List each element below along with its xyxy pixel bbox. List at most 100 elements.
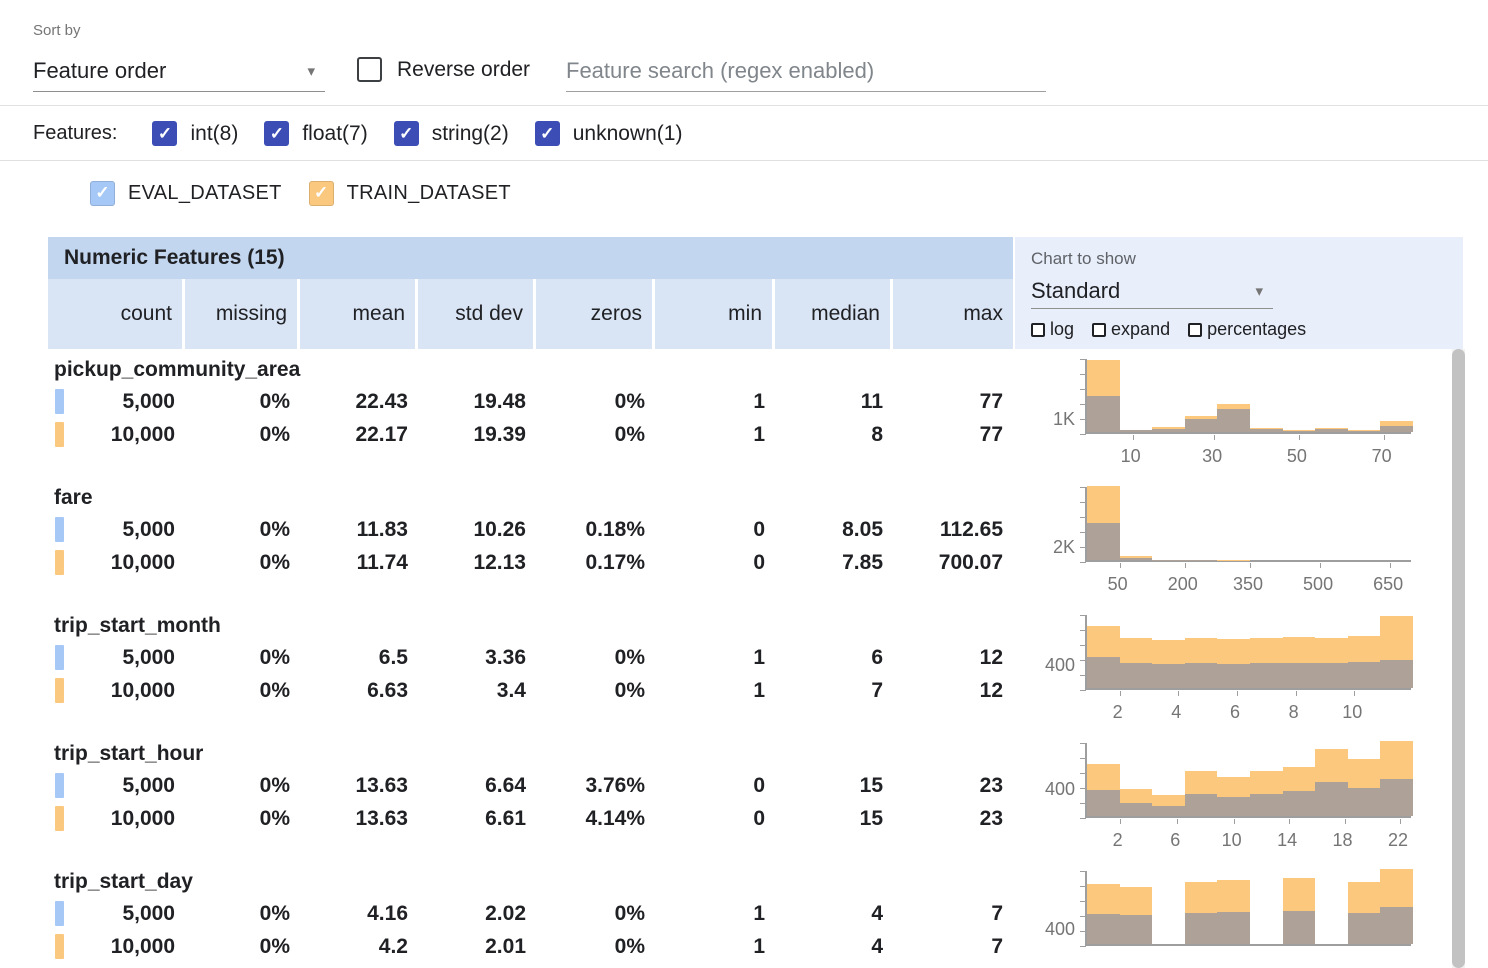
column-header-std-dev: std dev bbox=[418, 279, 536, 349]
stat-min: 1 bbox=[655, 385, 775, 418]
x-axis-tick-label: 6 bbox=[1215, 702, 1255, 723]
histogram-plot bbox=[1085, 743, 1411, 818]
dataset-toggle-eval[interactable]: ✓EVAL_DATASET bbox=[90, 181, 282, 206]
checkbox-unchecked-icon[interactable] bbox=[357, 57, 382, 82]
stat-min: 1 bbox=[655, 641, 775, 674]
stat-missing: 0% bbox=[185, 674, 300, 707]
x-axis-tick-label: 8 bbox=[1274, 702, 1314, 723]
stat-max: 23 bbox=[893, 769, 1013, 802]
feature-type-filter-float[interactable]: ✓ float(7) bbox=[264, 121, 367, 146]
eval-bar bbox=[1380, 907, 1413, 945]
feature-type-label: unknown(1) bbox=[573, 122, 683, 146]
stat-std-dev: 19.39 bbox=[418, 418, 536, 451]
checkbox-checked-icon[interactable]: ✓ bbox=[264, 121, 289, 146]
chart-to-show-caption: Chart to show bbox=[1031, 249, 1463, 269]
stat-max: 7 bbox=[893, 897, 1013, 930]
feature-block-trip_start_day: trip_start_day5,0000%4.162.020%14710,000… bbox=[48, 861, 1013, 968]
feature-type-label: string(2) bbox=[432, 122, 509, 146]
eval-bar bbox=[1185, 913, 1218, 944]
sort-by-dropdown[interactable]: Feature order ▾ bbox=[33, 50, 325, 92]
stat-mean: 4.2 bbox=[300, 930, 418, 963]
stat-missing: 0% bbox=[185, 418, 300, 451]
dataset-toggle-train[interactable]: ✓TRAIN_DATASET bbox=[309, 181, 511, 206]
feature-search bbox=[566, 50, 1046, 92]
chart-controls-panel: Chart to show Standard ▾ log expand percen… bbox=[1015, 237, 1463, 349]
eval-bar bbox=[1120, 915, 1153, 944]
eval-bar bbox=[1250, 663, 1283, 688]
stat-median: 11 bbox=[775, 385, 893, 418]
stat-median: 7.85 bbox=[775, 546, 893, 579]
x-axis-tick-label: 2 bbox=[1098, 702, 1138, 723]
column-header-missing: missing bbox=[185, 279, 300, 349]
y-axis-label: 400 bbox=[1023, 779, 1075, 800]
eval-bar bbox=[1152, 429, 1185, 432]
checkbox-unchecked-icon[interactable] bbox=[1031, 323, 1045, 337]
dropdown-caret-icon: ▾ bbox=[307, 62, 325, 80]
feature-search-input[interactable] bbox=[566, 50, 1046, 92]
train-color-marker bbox=[55, 422, 64, 447]
stat-median: 7 bbox=[775, 674, 893, 707]
x-axis-tick-label: 10 bbox=[1111, 446, 1151, 467]
stat-std-dev: 3.4 bbox=[418, 674, 536, 707]
stat-zeros: 0% bbox=[536, 897, 655, 930]
y-axis-label: 1K bbox=[1023, 409, 1075, 430]
x-axis-tick-label: 70 bbox=[1362, 446, 1402, 467]
checkbox-checked-icon[interactable]: ✓ bbox=[535, 121, 560, 146]
stat-count: 5,000 bbox=[48, 897, 185, 930]
feature-type-label: float(7) bbox=[302, 122, 367, 146]
feature-name: fare bbox=[48, 483, 1013, 513]
stat-median: 4 bbox=[775, 930, 893, 963]
histogram-trip_start_month: 400246810 bbox=[1023, 605, 1463, 733]
eval-stats-row: 5,0000%6.53.360%1612 bbox=[48, 641, 1013, 674]
column-header-count: count bbox=[48, 279, 185, 349]
eval-bar bbox=[1087, 657, 1120, 688]
feature-type-filter-string[interactable]: ✓ string(2) bbox=[394, 121, 509, 146]
checkbox-unchecked-icon[interactable] bbox=[1092, 323, 1106, 337]
x-axis-labels bbox=[1023, 958, 1463, 968]
reverse-order-checkbox[interactable]: Reverse order bbox=[357, 57, 530, 82]
toggle-expand[interactable]: expand bbox=[1092, 319, 1170, 340]
chart-type-dropdown[interactable]: Standard ▾ bbox=[1031, 273, 1273, 309]
stat-count: 5,000 bbox=[48, 513, 185, 546]
eval-color-marker bbox=[55, 645, 64, 670]
vertical-scrollbar[interactable] bbox=[1452, 349, 1465, 968]
chart-toggle-list: log expand percentages bbox=[1031, 319, 1463, 340]
train-stats-row: 10,0000%6.633.40%1712 bbox=[48, 674, 1013, 707]
eval-bar bbox=[1120, 803, 1153, 817]
checkbox-checked-icon[interactable]: ✓ bbox=[394, 121, 419, 146]
charts-column: 1K103050702K5020035050065040024681040026… bbox=[1023, 349, 1463, 968]
dropdown-caret-icon: ▾ bbox=[1255, 282, 1273, 300]
eval-bar bbox=[1315, 782, 1348, 816]
toggle-percentages[interactable]: percentages bbox=[1188, 319, 1306, 340]
train-color-marker bbox=[55, 806, 64, 831]
checkbox-checked-icon[interactable]: ✓ bbox=[309, 181, 334, 206]
eval-bar bbox=[1217, 912, 1250, 944]
x-axis-tick-label: 22 bbox=[1378, 830, 1418, 851]
feature-type-label: int(8) bbox=[190, 122, 238, 146]
train-color-marker bbox=[55, 934, 64, 959]
eval-stats-row: 5,0000%22.4319.480%11177 bbox=[48, 385, 1013, 418]
eval-bar bbox=[1087, 790, 1120, 816]
histogram-plot bbox=[1085, 487, 1411, 562]
scrollbar-thumb[interactable] bbox=[1452, 349, 1465, 968]
stat-median: 6 bbox=[775, 641, 893, 674]
feature-type-filter-unknown[interactable]: ✓ unknown(1) bbox=[535, 121, 683, 146]
stat-mean: 4.16 bbox=[300, 897, 418, 930]
stat-count: 10,000 bbox=[48, 802, 185, 835]
eval-bar bbox=[1348, 788, 1381, 817]
stat-max: 77 bbox=[893, 385, 1013, 418]
stat-std-dev: 6.64 bbox=[418, 769, 536, 802]
chart-type-value: Standard bbox=[1031, 278, 1120, 304]
toggle-log[interactable]: log bbox=[1031, 319, 1074, 340]
x-axis-tick-label: 10 bbox=[1332, 702, 1372, 723]
checkbox-unchecked-icon[interactable] bbox=[1188, 323, 1202, 337]
features-caption: Features: bbox=[33, 122, 117, 145]
checkbox-checked-icon[interactable]: ✓ bbox=[152, 121, 177, 146]
x-axis-tick-label: 10 bbox=[1212, 830, 1252, 851]
feature-type-filter-int[interactable]: ✓ int(8) bbox=[152, 121, 238, 146]
eval-bar bbox=[1250, 794, 1283, 817]
histogram-plot bbox=[1085, 871, 1411, 946]
checkbox-checked-icon[interactable]: ✓ bbox=[90, 181, 115, 206]
stat-count: 10,000 bbox=[48, 674, 185, 707]
stat-missing: 0% bbox=[185, 930, 300, 963]
